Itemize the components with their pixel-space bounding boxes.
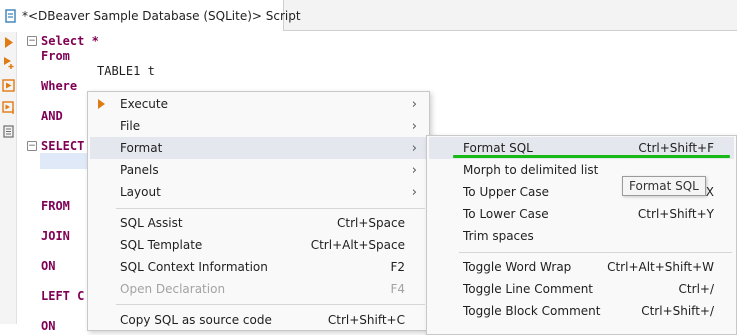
editor-side-toolbar xyxy=(0,32,17,324)
code-line: ON xyxy=(41,319,56,333)
fold-toggle[interactable]: − xyxy=(27,141,37,151)
execute-statement-icon[interactable] xyxy=(2,36,15,49)
menu-item-sql-template[interactable]: SQL Template Ctrl+Alt+Space xyxy=(90,234,427,256)
tooltip: Format SQL xyxy=(622,176,706,196)
shortcut-label: Ctrl+/ xyxy=(678,282,714,296)
chevron-right-icon: › xyxy=(411,162,417,178)
menu-separator xyxy=(116,208,425,209)
code-line: Where xyxy=(41,79,78,93)
shortcut-label: Ctrl+Alt+Shift+W xyxy=(607,260,714,274)
menu-item-toggle-block-comment[interactable]: Toggle Block Comment Ctrl+Shift+/ xyxy=(429,300,734,322)
menu-item-file[interactable]: File › xyxy=(90,115,427,137)
shortcut-label: Ctrl+Shift+Y xyxy=(637,207,714,221)
editor-tab-bar: *<DBeaver Sample Database (SQLite)> Scri… xyxy=(0,0,737,31)
tab-title: *<DBeaver Sample Database (SQLite)> Scri… xyxy=(22,8,301,23)
menu-item-copy-sql-as-source[interactable]: Copy SQL as source code Ctrl+Shift+C xyxy=(90,309,427,331)
menu-item-format[interactable]: Format › xyxy=(90,137,427,159)
code-line: AND xyxy=(41,109,63,123)
shortcut-label: Ctrl+Space xyxy=(337,216,405,230)
shortcut-label: F2 xyxy=(390,260,405,274)
sql-script-icon xyxy=(4,8,18,23)
editor-context-menu: Execute › File › Format › Panels › Layou… xyxy=(87,91,430,331)
menu-item-trim-spaces[interactable]: Trim spaces xyxy=(429,225,734,247)
execute-icon xyxy=(98,99,105,109)
code-line: JOIN xyxy=(41,229,70,243)
code-line: LEFT C xyxy=(41,289,85,303)
chevron-right-icon: › xyxy=(411,96,417,112)
code-line: ON xyxy=(41,259,56,273)
shortcut-label: Ctrl+Shift+C xyxy=(327,313,405,327)
menu-item-sql-assist[interactable]: SQL Assist Ctrl+Space xyxy=(90,212,427,234)
code-line: Select * xyxy=(41,34,99,48)
menu-item-to-lower-case[interactable]: To Lower Case Ctrl+Shift+Y xyxy=(429,203,734,225)
shortcut-label: Ctrl+Shift+F xyxy=(638,141,714,155)
code-line: SELECT xyxy=(41,139,85,153)
format-submenu: Format SQL Ctrl+Shift+F Morph to delimit… xyxy=(426,135,737,335)
explain-plan-icon[interactable] xyxy=(2,125,15,138)
menu-item-sql-context-information[interactable]: SQL Context Information F2 xyxy=(90,256,427,278)
code-line: TABLE1 t xyxy=(97,64,155,78)
menu-item-open-declaration: Open Declaration F4 xyxy=(120,282,405,296)
menu-item-toggle-line-comment[interactable]: Toggle Line Comment Ctrl+/ xyxy=(429,278,734,300)
shortcut-label: F4 xyxy=(390,282,405,296)
menu-item-panels[interactable]: Panels › xyxy=(90,159,427,181)
chevron-right-icon: › xyxy=(411,118,417,134)
menu-item-toggle-word-wrap[interactable]: Toggle Word Wrap Ctrl+Alt+Shift+W xyxy=(429,256,734,278)
fold-toggle[interactable]: − xyxy=(27,36,37,46)
code-line: From xyxy=(41,49,70,63)
chevron-right-icon: › xyxy=(411,184,417,200)
execute-in-new-tab-icon[interactable] xyxy=(2,56,15,69)
execute-script-new-tab-icon[interactable] xyxy=(2,101,15,114)
execute-script-icon[interactable] xyxy=(2,79,15,92)
menu-separator xyxy=(116,304,425,305)
menu-item-layout[interactable]: Layout › xyxy=(90,181,427,203)
menu-separator xyxy=(459,252,732,253)
menu-item-execute[interactable]: Execute › xyxy=(90,93,427,115)
code-line: FROM xyxy=(41,199,70,213)
script-tab[interactable]: *<DBeaver Sample Database (SQLite)> Scri… xyxy=(0,0,301,31)
chevron-right-icon: › xyxy=(411,140,417,156)
shortcut-label: Ctrl+Shift+/ xyxy=(641,304,714,318)
shortcut-label: Ctrl+Alt+Space xyxy=(310,238,405,252)
highlight-underline xyxy=(453,155,730,158)
